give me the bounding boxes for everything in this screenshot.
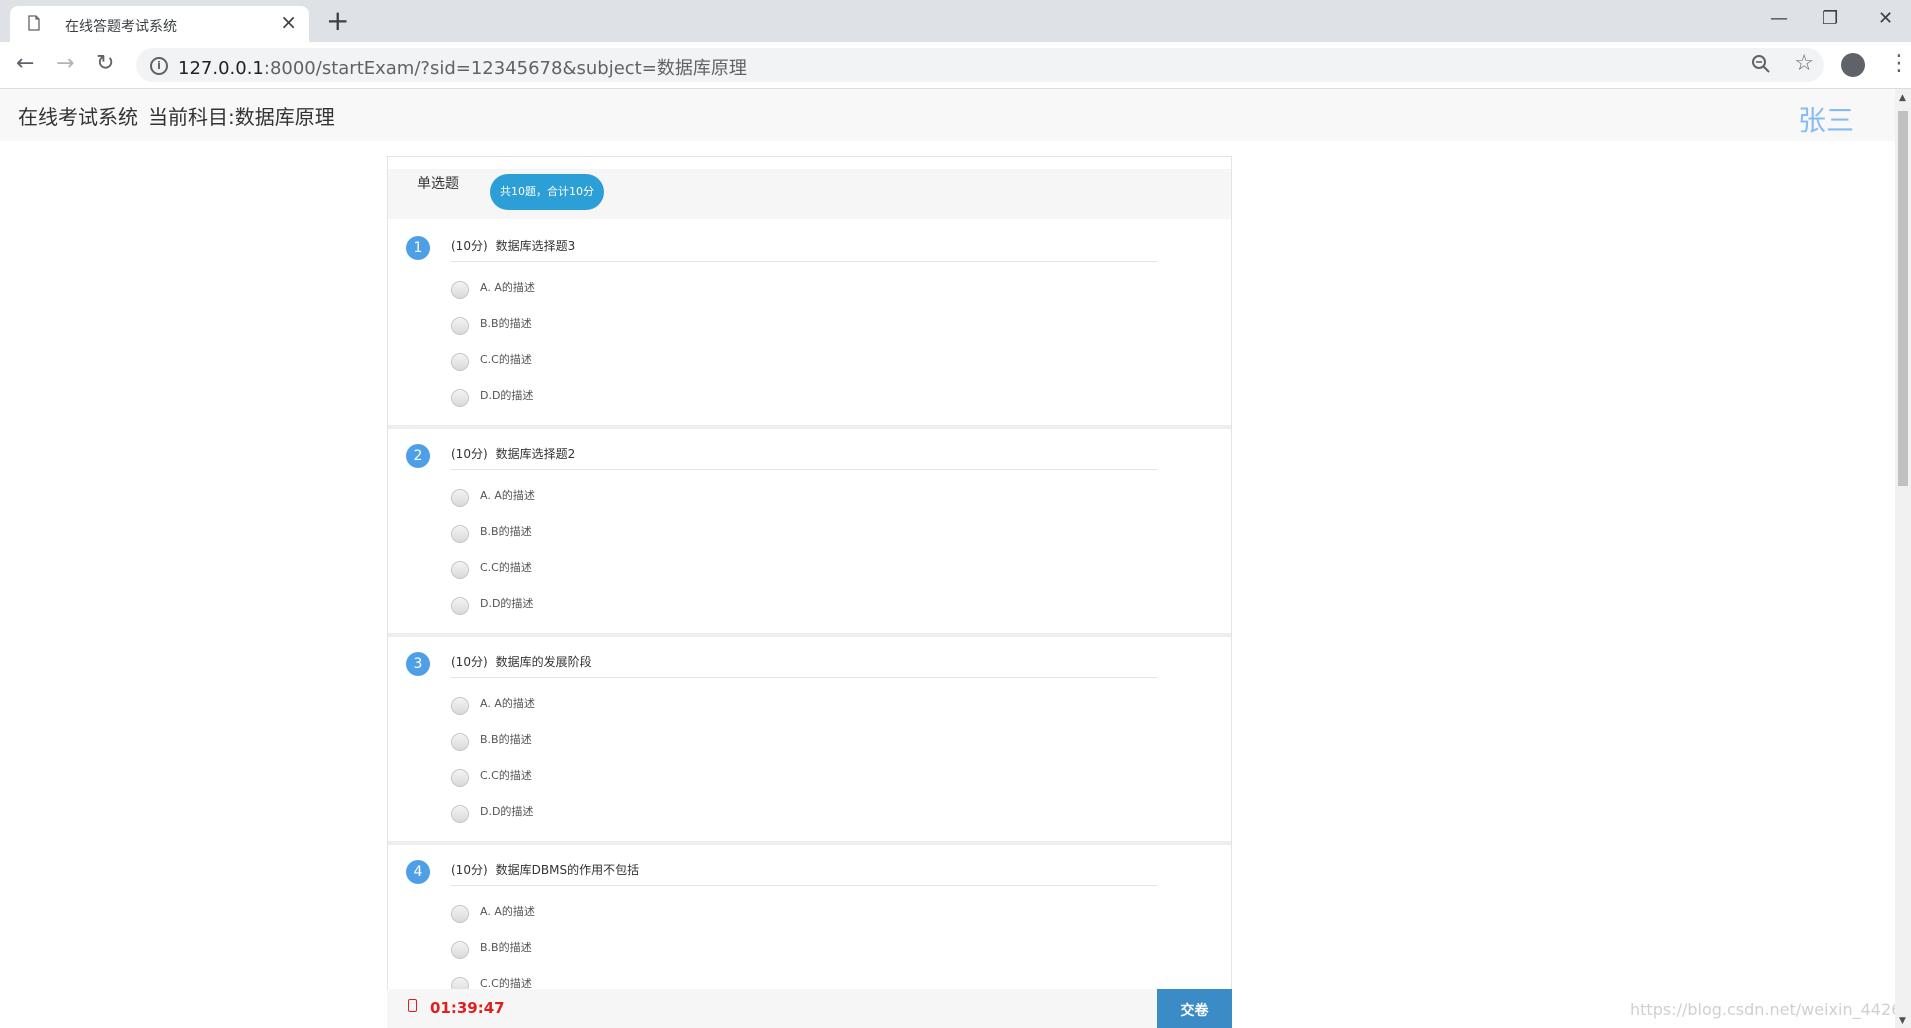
question-item: 3 (10分) 数据库的发展阶段 A. A的描述 B.B的描述 C.C的描述 D.…	[388, 637, 1231, 846]
question-title: (10分) 数据库选择题2	[451, 445, 1157, 470]
radio-button[interactable]	[451, 561, 469, 579]
option-label: C.C的描述	[480, 559, 532, 575]
question-number: 2	[406, 444, 430, 468]
question-text: 数据库选择题3	[496, 239, 576, 253]
exam-panel: 单选题 共10题，合计10分 1 (10分) 数据库选择题3 A. A的描述 B.…	[387, 156, 1232, 1028]
radio-button[interactable]	[451, 317, 469, 335]
profile-icon[interactable]	[1841, 53, 1865, 77]
scrollbar-thumb[interactable]	[1898, 111, 1908, 486]
option-label: B.B的描述	[480, 315, 532, 331]
forward-arrow-icon[interactable]: →	[56, 50, 74, 78]
back-arrow-icon[interactable]: ←	[16, 50, 34, 78]
close-icon[interactable]: ×	[280, 12, 297, 32]
radio-button[interactable]	[451, 805, 469, 823]
question-title: (10分) 数据库DBMS的作用不包括	[451, 861, 1157, 886]
question-score: (10分)	[451, 447, 488, 461]
question-number: 1	[406, 236, 430, 260]
radio-button[interactable]	[451, 389, 469, 407]
tab-title: 在线答题考试系统	[65, 16, 177, 36]
option-label: A. A的描述	[480, 695, 535, 711]
browser-tab-strip: 在线答题考试系统 × + — ❐ ✕	[0, 0, 1911, 42]
zoom-icon[interactable]	[1750, 53, 1772, 75]
option-label: A. A的描述	[480, 279, 535, 295]
star-icon[interactable]: ☆	[1794, 50, 1814, 78]
question-score: (10分)	[451, 239, 488, 253]
option-label: A. A的描述	[480, 487, 535, 503]
question-item: 1 (10分) 数据库选择题3 A. A的描述 B.B的描述 C.C的描述 D.D…	[388, 221, 1231, 430]
option-label: C.C的描述	[480, 351, 532, 367]
user-name[interactable]: 张三	[1798, 99, 1854, 139]
option-label: B.B的描述	[480, 523, 532, 539]
radio-button[interactable]	[451, 281, 469, 299]
option-label: B.B的描述	[480, 731, 532, 747]
url-host: 127.0.0.1	[178, 58, 264, 79]
section-summary-badge: 共10题，合计10分	[490, 174, 604, 210]
scroll-down-icon[interactable]: ▼	[1899, 1016, 1906, 1026]
page-viewport: 在线考试系统 当前科目:数据库原理 张三 单选题 共10题，合计10分 1 (1…	[0, 89, 1895, 1028]
section-header: 单选题 共10题，合计10分	[388, 169, 1231, 219]
reload-icon[interactable]: ↻	[96, 50, 114, 78]
question-text: 数据库的发展阶段	[496, 655, 592, 669]
browser-toolbar: ← → ↻ i 127.0.0.1:8000/startExam/?sid=12…	[0, 42, 1911, 89]
exam-footer-bar: 01:39:47 交卷	[387, 989, 1232, 1028]
question-text: 数据库DBMS的作用不包括	[496, 863, 639, 877]
section-title: 单选题	[417, 173, 459, 193]
radio-button[interactable]	[451, 525, 469, 543]
url-text[interactable]: 127.0.0.1:8000/startExam/?sid=12345678&s…	[178, 54, 747, 80]
browser-tab[interactable]: 在线答题考试系统 ×	[10, 6, 309, 42]
window-close-icon[interactable]: ✕	[1878, 2, 1893, 36]
scroll-up-icon[interactable]: ▲	[1899, 93, 1906, 103]
brand-title[interactable]: 在线考试系统	[18, 101, 138, 130]
radio-button[interactable]	[451, 489, 469, 507]
question-title: (10分) 数据库的发展阶段	[451, 653, 1157, 678]
submit-exam-button[interactable]: 交卷	[1157, 989, 1232, 1028]
phone-icon	[408, 999, 417, 1012]
url-path: :8000/startExam/?sid=12345678&subject=数据…	[264, 58, 747, 79]
option-label: B.B的描述	[480, 939, 532, 955]
address-bar[interactable]: i 127.0.0.1:8000/startExam/?sid=12345678…	[136, 48, 1824, 82]
countdown-timer: 01:39:47	[430, 999, 505, 1017]
question-score: (10分)	[451, 655, 488, 669]
option-label: D.D的描述	[480, 803, 533, 819]
page-scrollbar[interactable]: ▲ ▼	[1895, 89, 1911, 1028]
restore-icon[interactable]: ❐	[1822, 2, 1838, 36]
radio-button[interactable]	[451, 941, 469, 959]
watermark-text: https://blog.csdn.net/weixin_44269312	[1630, 1000, 1895, 1019]
radio-button[interactable]	[451, 697, 469, 715]
option-label: A. A的描述	[480, 903, 535, 919]
current-subject: 当前科目:数据库原理	[148, 101, 335, 130]
question-number: 3	[406, 652, 430, 676]
radio-button[interactable]	[451, 905, 469, 923]
option-label: C.C的描述	[480, 767, 532, 783]
minimize-icon[interactable]: —	[1770, 2, 1788, 36]
question-score: (10分)	[451, 863, 488, 877]
top-navbar: 在线考试系统 当前科目:数据库原理 张三	[0, 89, 1895, 141]
info-icon[interactable]: i	[150, 57, 168, 75]
radio-button[interactable]	[451, 597, 469, 615]
question-number: 4	[406, 860, 430, 884]
radio-button[interactable]	[451, 353, 469, 371]
option-label: D.D的描述	[480, 387, 533, 403]
question-text: 数据库选择题2	[496, 447, 576, 461]
question-title: (10分) 数据库选择题3	[451, 237, 1157, 262]
option-label: D.D的描述	[480, 595, 533, 611]
question-item: 2 (10分) 数据库选择题2 A. A的描述 B.B的描述 C.C的描述 D.D…	[388, 429, 1231, 638]
plus-icon[interactable]: +	[326, 4, 349, 38]
radio-button[interactable]	[451, 769, 469, 787]
page-icon	[28, 15, 40, 31]
menu-dots-icon[interactable]: ⋮	[1888, 50, 1910, 78]
radio-button[interactable]	[451, 733, 469, 751]
